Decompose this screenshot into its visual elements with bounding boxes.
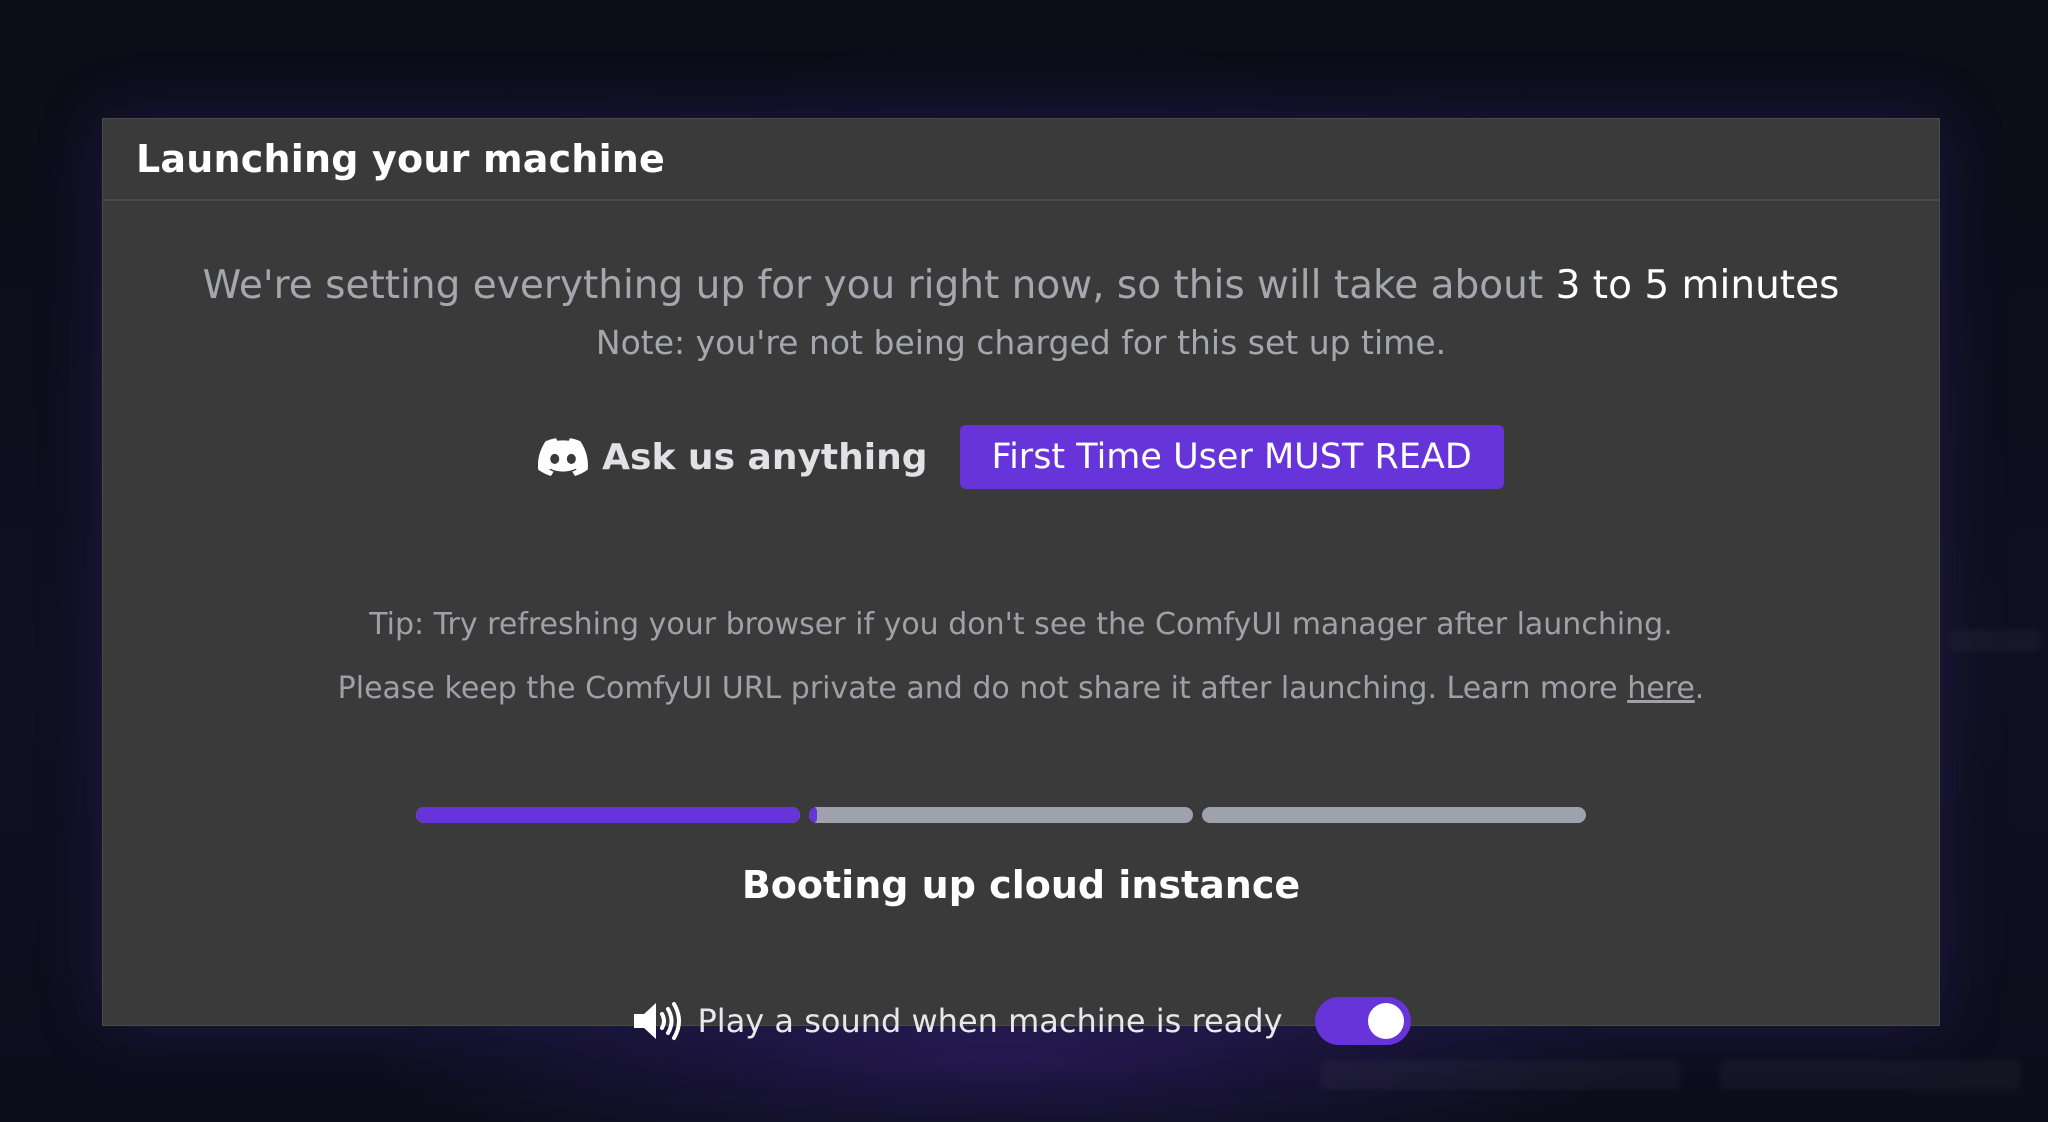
privacy-notice: Please keep the ComfyUI URL private and …: [103, 671, 1939, 706]
speaker-icon: [632, 1001, 682, 1041]
progress-fill-1: [416, 807, 800, 823]
modal-title: Launching your machine: [136, 137, 666, 181]
discord-icon: [538, 438, 589, 476]
modal-header: Launching your machine: [103, 119, 1939, 201]
setup-time-highlight: 3 to 5 minutes: [1555, 263, 1840, 308]
progress-segment-1: [416, 807, 800, 823]
privacy-text: Please keep the ComfyUI URL private and …: [337, 671, 1618, 706]
refresh-tip: Tip: Try refreshing your browser if you …: [369, 607, 1673, 642]
toggle-knob: [1367, 1003, 1404, 1039]
progress-segment-2: [809, 807, 1193, 823]
current-stage-label: Booting up cloud instance: [741, 863, 1301, 907]
background-element: [1320, 1060, 1680, 1090]
setup-time-text: We're setting everything up for you righ…: [202, 263, 1544, 308]
privacy-end: .: [1694, 671, 1705, 706]
background-element: [1950, 630, 2040, 652]
help-actions: Ask us anything First Time User MUST REA…: [103, 425, 1939, 489]
launch-progress: [416, 807, 1586, 823]
billing-note: Note: you're not being charged for this …: [595, 323, 1447, 362]
discord-link[interactable]: Ask us anything: [538, 436, 928, 478]
learn-more-link[interactable]: here: [1627, 671, 1695, 706]
background-element: [1720, 1060, 2020, 1090]
progress-fill-2: [809, 807, 817, 823]
discord-label: Ask us anything: [602, 436, 928, 478]
sound-label: Play a sound when machine is ready: [697, 1002, 1283, 1040]
must-read-button[interactable]: First Time User MUST READ: [959, 425, 1504, 489]
sound-toggle[interactable]: [1314, 997, 1411, 1045]
sound-setting: Play a sound when machine is ready: [103, 997, 1939, 1045]
progress-segment-3: [1202, 807, 1586, 823]
setup-time-message: We're setting everything up for you righ…: [103, 263, 1939, 308]
launch-modal: Launching your machine We're setting eve…: [102, 118, 1940, 1045]
